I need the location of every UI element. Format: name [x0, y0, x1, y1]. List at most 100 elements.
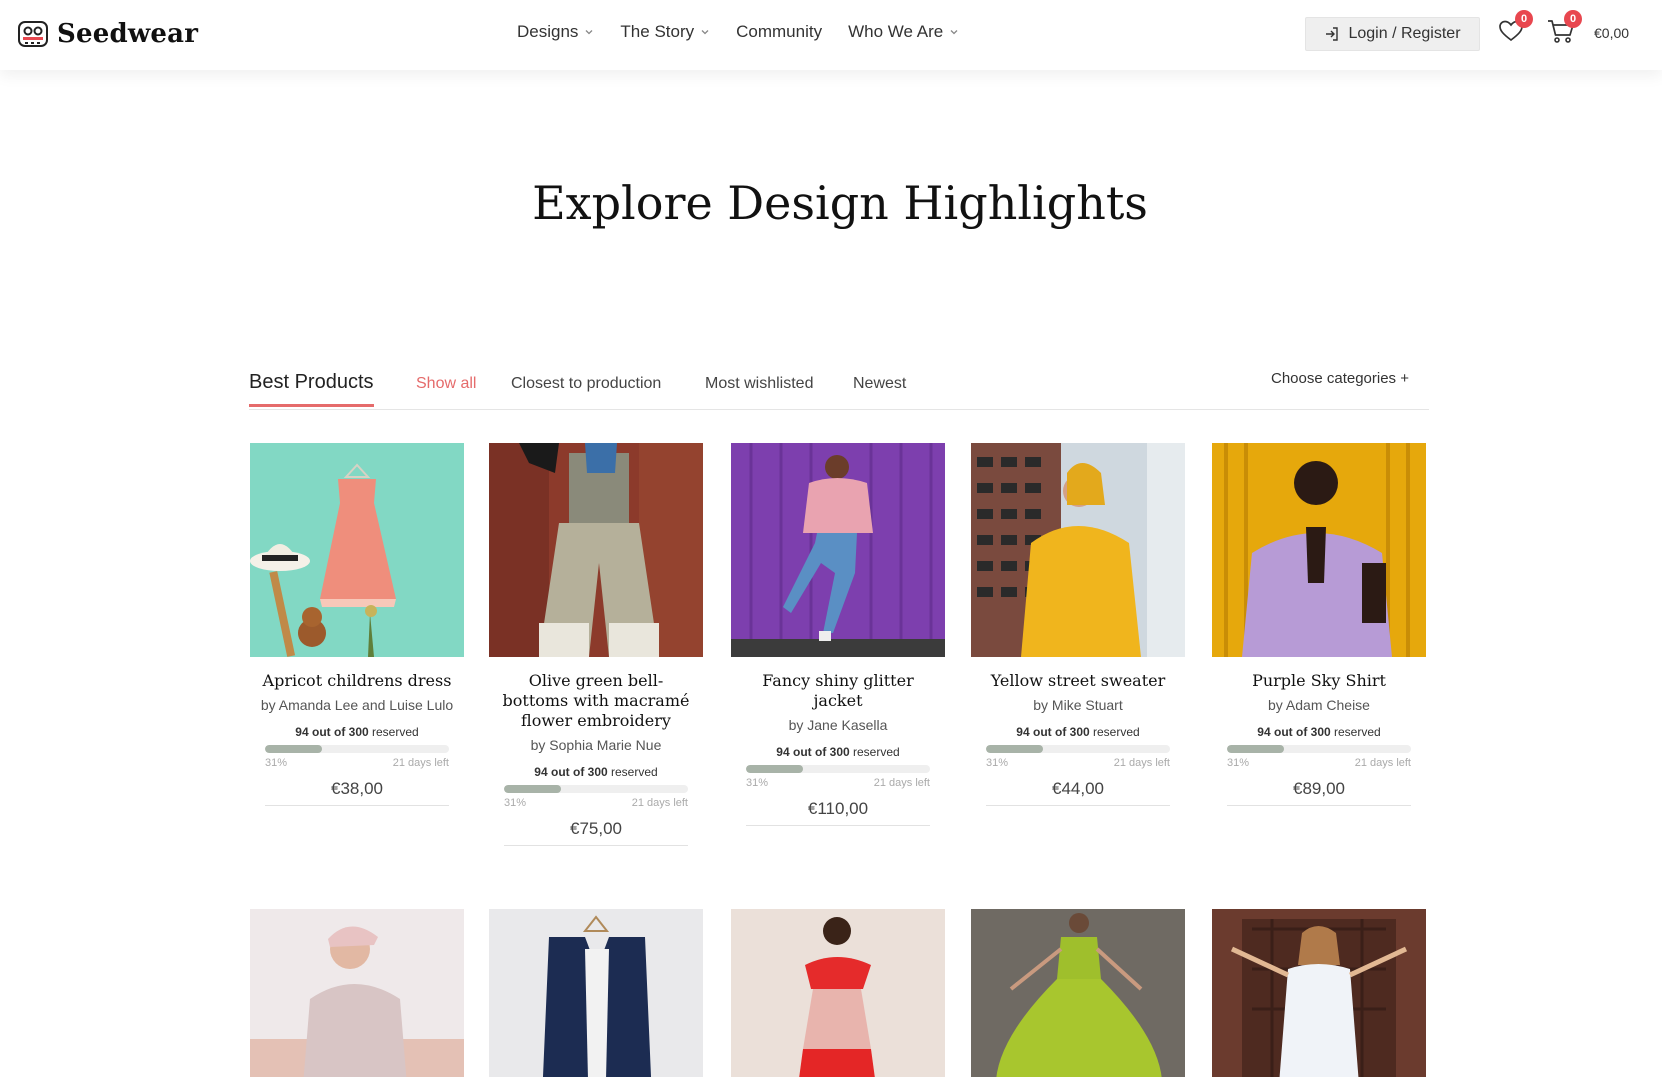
product-image[interactable] [1212, 443, 1426, 657]
best-products-heading: Best Products [249, 371, 374, 407]
reserved-text: 94 out of 300 reserved [739, 745, 937, 759]
product-image[interactable] [731, 443, 945, 657]
bell-bottoms-illustration [489, 443, 703, 657]
progress-fill [504, 785, 562, 793]
white-dress-illustration [1212, 909, 1426, 1077]
nav-item-the-story[interactable]: The Story [620, 22, 710, 42]
choose-categories-button[interactable]: Choose categories + [1271, 370, 1409, 387]
product-title[interactable]: Fancy shiny glitter jacket [739, 671, 937, 711]
wishlist-button[interactable]: 0 [1497, 10, 1533, 47]
cart-button[interactable]: 0 [1546, 10, 1582, 47]
reserved-suffix: reserved [853, 745, 900, 759]
product-title[interactable]: Purple Sky Shirt [1220, 671, 1418, 691]
reserved-count: 94 [295, 725, 309, 739]
reserved-of: out of 300 [1274, 725, 1331, 739]
days-left: 21 days left [631, 797, 688, 809]
nav-label: Designs [517, 22, 579, 41]
product-card[interactable] [489, 909, 703, 1077]
progress-fill [1227, 745, 1285, 753]
product-image[interactable] [971, 443, 1185, 657]
product-info: Apricot childrens dress by Amanda Lee an… [250, 671, 464, 806]
progress-meta: 31% 21 days left [504, 797, 688, 809]
reserved-count: 94 [1257, 725, 1271, 739]
reservation-progress [746, 765, 930, 773]
login-label: Login / Register [1348, 25, 1461, 42]
progress-percent: 31% [986, 757, 1009, 769]
product-card[interactable]: Fancy shiny glitter jacket by Jane Kasel… [731, 443, 945, 826]
nav-label: The Story [620, 22, 695, 41]
product-tabs: Best Products Show all Closest to produc… [249, 365, 1429, 410]
pink-hoodie-illustration [250, 909, 464, 1077]
brand-logo[interactable]: Seedwear [17, 18, 198, 50]
product-image[interactable] [489, 443, 703, 657]
product-card[interactable]: Purple Sky Shirt by Adam Cheise 94 out o… [1212, 443, 1426, 806]
nav-item-who-we-are[interactable]: Who We Are [848, 22, 959, 42]
green-dress-illustration [971, 909, 1185, 1077]
product-title[interactable]: Yellow street sweater [979, 671, 1177, 691]
wishlist-count-badge: 0 [1515, 10, 1533, 28]
login-register-button[interactable]: Login / Register [1305, 17, 1480, 51]
nav-item-designs[interactable]: Designs [517, 22, 594, 42]
page-title: Explore Design Highlights [532, 176, 1148, 230]
progress-fill [265, 745, 323, 753]
product-card[interactable]: Olive green bell-bottoms with macramé fl… [489, 443, 703, 846]
product-info: Purple Sky Shirt by Adam Cheise 94 out o… [1212, 671, 1426, 806]
product-info: Olive green bell-bottoms with macramé fl… [489, 671, 703, 846]
site-header: Seedwear Designs The Story Community Who… [0, 0, 1662, 70]
reserved-of: out of 300 [551, 765, 608, 779]
reserved-count: 94 [1016, 725, 1030, 739]
nav-label: Who We Are [848, 22, 944, 41]
reserved-suffix: reserved [1334, 725, 1381, 739]
days-left: 21 days left [1354, 757, 1411, 769]
reserved-suffix: reserved [372, 725, 419, 739]
product-card[interactable] [731, 909, 945, 1077]
product-author: by Sophia Marie Nue [530, 737, 662, 753]
product-image[interactable] [250, 909, 464, 1077]
red-dress-illustration [731, 909, 945, 1077]
product-price: €89,00 [1227, 779, 1411, 806]
logo-icon [18, 21, 48, 47]
yellow-sweater-illustration [971, 443, 1185, 657]
product-price: €38,00 [265, 779, 449, 806]
dress-illustration [250, 443, 464, 657]
tab-closest-to-production[interactable]: Closest to production [511, 375, 661, 393]
product-image[interactable] [489, 909, 703, 1077]
product-card[interactable] [250, 909, 464, 1077]
cart-count-badge: 0 [1564, 10, 1582, 28]
progress-fill [986, 745, 1044, 753]
product-card[interactable] [1212, 909, 1426, 1077]
reservation-progress [1227, 745, 1411, 753]
reserved-count: 94 [776, 745, 790, 759]
glitter-jacket-illustration [731, 443, 945, 657]
product-card[interactable]: Apricot childrens dress by Amanda Lee an… [250, 443, 464, 806]
product-title[interactable]: Apricot childrens dress [258, 671, 456, 691]
product-author: by Mike Stuart [1033, 697, 1123, 713]
brand-name: Seedwear [57, 19, 199, 49]
progress-percent: 31% [504, 797, 527, 809]
reserved-text: 94 out of 300 reserved [258, 725, 456, 739]
main-nav: Designs The Story Community Who We Are [517, 22, 959, 42]
reserved-suffix: reserved [1093, 725, 1140, 739]
tab-newest[interactable]: Newest [853, 375, 906, 393]
tab-most-wishlisted[interactable]: Most wishlisted [705, 375, 813, 393]
product-image[interactable] [971, 909, 1185, 1077]
product-price: €44,00 [986, 779, 1170, 806]
product-image[interactable] [731, 909, 945, 1077]
product-title[interactable]: Olive green bell-bottoms with macramé fl… [497, 671, 695, 731]
navy-vest-illustration [489, 909, 703, 1077]
reserved-text: 94 out of 300 reserved [1220, 725, 1418, 739]
cart-total: €0,00 [1594, 25, 1630, 41]
reserved-text: 94 out of 300 reserved [979, 725, 1177, 739]
tab-show-all[interactable]: Show all [416, 375, 476, 393]
product-image[interactable] [250, 443, 464, 657]
product-card[interactable]: Yellow street sweater by Mike Stuart 94 … [971, 443, 1185, 806]
product-author: by Adam Cheise [1268, 697, 1370, 713]
chevron-down-icon [585, 30, 593, 35]
nav-item-community[interactable]: Community [736, 22, 822, 42]
chevron-down-icon [950, 30, 958, 35]
progress-meta: 31% 21 days left [1227, 757, 1411, 769]
product-card[interactable] [971, 909, 1185, 1077]
progress-meta: 31% 21 days left [746, 777, 930, 789]
reservation-progress [986, 745, 1170, 753]
product-image[interactable] [1212, 909, 1426, 1077]
